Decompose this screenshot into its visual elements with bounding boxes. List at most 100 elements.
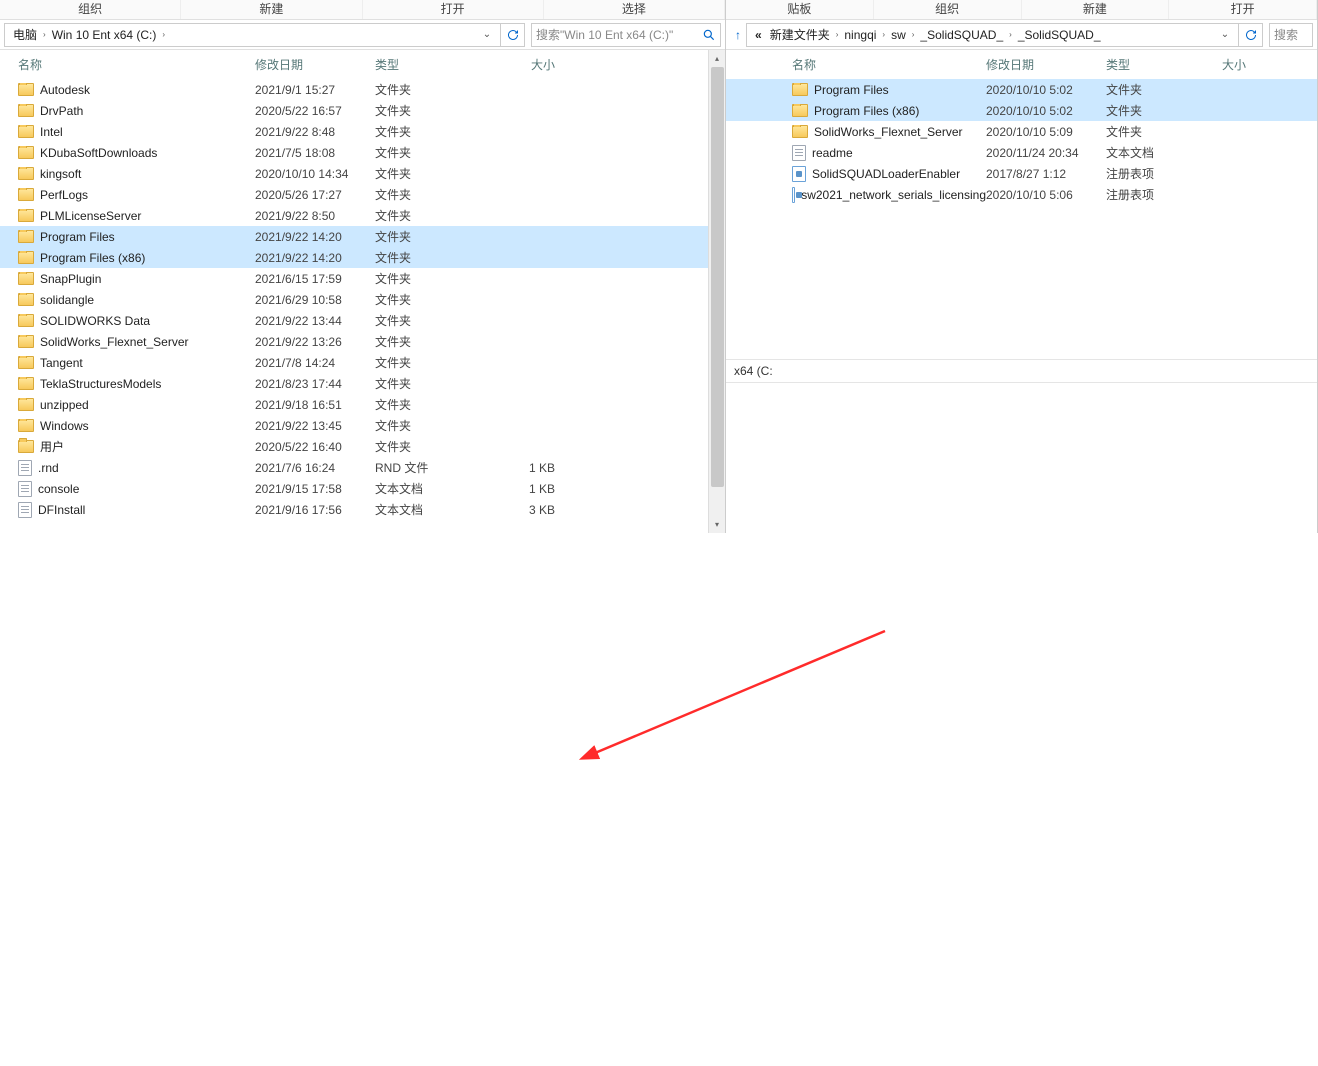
file-type: 文件夹 [375, 291, 495, 308]
file-type: 文件夹 [375, 438, 495, 455]
breadcrumb-segment[interactable]: 电脑 [9, 26, 41, 43]
ribbon-item[interactable]: 组织 [0, 0, 181, 19]
column-header-type[interactable]: 类型 [375, 56, 495, 73]
folder-icon [18, 335, 34, 348]
file-date: 2021/9/22 8:50 [255, 209, 375, 223]
file-type: 文件夹 [375, 228, 495, 245]
ribbon-item[interactable]: 选择 [544, 0, 725, 19]
file-row[interactable]: readme2020/11/24 20:34文本文档 [726, 142, 1317, 163]
breadcrumb-segment[interactable]: sw [887, 28, 910, 42]
file-row[interactable]: PLMLicenseServer2021/9/22 8:50文件夹 [0, 205, 708, 226]
breadcrumb-segment[interactable]: ningqi [840, 28, 880, 42]
breadcrumb-segment[interactable]: Win 10 Ent x64 (C:) [48, 28, 161, 42]
file-date: 2021/9/22 13:44 [255, 314, 375, 328]
column-header-date[interactable]: 修改日期 [986, 56, 1106, 73]
file-type: 文件夹 [375, 354, 495, 371]
breadcrumb-segment[interactable]: _SolidSQUAD_ [1014, 28, 1105, 42]
file-row[interactable]: .rnd2021/7/6 16:24RND 文件1 KB [0, 457, 708, 478]
file-row[interactable]: Windows2021/9/22 13:45文件夹 [0, 415, 708, 436]
column-header-size[interactable]: 大小 [495, 56, 575, 73]
file-row[interactable]: TeklaStructuresModels2021/8/23 17:44文件夹 [0, 373, 708, 394]
scrollbar-vertical[interactable]: ▴ ▾ [708, 50, 725, 533]
file-row[interactable]: DrvPath2020/5/22 16:57文件夹 [0, 100, 708, 121]
file-row[interactable]: PerfLogs2020/5/26 17:27文件夹 [0, 184, 708, 205]
file-name: console [38, 482, 79, 496]
file-type: 文件夹 [375, 249, 495, 266]
breadcrumb-dropdown-button[interactable]: ⌄ [1216, 29, 1234, 40]
breadcrumb-left[interactable]: 电脑 › Win 10 Ent x64 (C:) › ⌄ [4, 23, 501, 47]
file-name: KDubaSoftDownloads [40, 146, 157, 160]
ribbon-item[interactable]: 打开 [363, 0, 544, 19]
search-icon [702, 28, 716, 42]
file-name: unzipped [40, 398, 89, 412]
breadcrumb-segment[interactable]: _SolidSQUAD_ [916, 28, 1007, 42]
file-name: kingsoft [40, 167, 81, 181]
file-name: SolidSQUADLoaderEnabler [812, 167, 960, 181]
column-header-name[interactable]: 名称 [0, 56, 255, 73]
file-row[interactable]: SOLIDWORKS Data2021/9/22 13:44文件夹 [0, 310, 708, 331]
file-row[interactable]: solidangle2021/6/29 10:58文件夹 [0, 289, 708, 310]
file-name: Windows [40, 419, 89, 433]
breadcrumb-segment[interactable]: 新建文件夹 [766, 26, 834, 43]
file-row[interactable]: Autodesk2021/9/1 15:27文件夹 [0, 79, 708, 100]
file-list-right: 名称 修改日期 类型 大小 Program Files2020/10/10 5:… [726, 50, 1317, 205]
file-type: 文件夹 [375, 417, 495, 434]
file-date: 2021/9/22 8:48 [255, 125, 375, 139]
column-headers: 名称 修改日期 类型 大小 [0, 50, 708, 79]
column-header-type[interactable]: 类型 [1106, 56, 1206, 73]
file-name: Tangent [40, 356, 83, 370]
file-row[interactable]: Intel2021/9/22 8:48文件夹 [0, 121, 708, 142]
file-size: 3 KB [495, 503, 575, 517]
file-row[interactable]: sw2021_network_serials_licensing2020/10/… [726, 184, 1317, 205]
search-box-left[interactable]: 搜索"Win 10 Ent x64 (C:)" [531, 23, 721, 47]
folder-icon [18, 272, 34, 285]
registry-icon [792, 187, 795, 203]
file-date: 2020/5/22 16:57 [255, 104, 375, 118]
ribbon-item[interactable]: 贴板 [726, 0, 874, 19]
breadcrumb-dropdown-button[interactable]: ⌄ [478, 29, 496, 40]
file-row[interactable]: Program Files (x86)2020/10/10 5:02文件夹 [726, 100, 1317, 121]
file-row[interactable]: kingsoft2020/10/10 14:34文件夹 [0, 163, 708, 184]
file-row[interactable]: Program Files2020/10/10 5:02文件夹 [726, 79, 1317, 100]
chevron-right-icon: › [1007, 30, 1014, 39]
file-type: 文件夹 [375, 81, 495, 98]
file-row[interactable]: Program Files (x86)2021/9/22 14:20文件夹 [0, 247, 708, 268]
column-header-date[interactable]: 修改日期 [255, 56, 375, 73]
file-date: 2020/10/10 5:06 [986, 188, 1106, 202]
file-row[interactable]: KDubaSoftDownloads2021/7/5 18:08文件夹 [0, 142, 708, 163]
file-row[interactable]: Program Files2021/9/22 14:20文件夹 [0, 226, 708, 247]
scroll-thumb[interactable] [711, 67, 724, 487]
file-row[interactable]: SolidWorks_Flexnet_Server2020/10/10 5:09… [726, 121, 1317, 142]
file-row[interactable]: DFInstall2021/9/16 17:56文本文档3 KB [0, 499, 708, 520]
nav-up-icon[interactable]: ↑ [730, 28, 746, 42]
file-name: Program Files (x86) [814, 104, 919, 118]
file-row[interactable]: Tangent2021/7/8 14:24文件夹 [0, 352, 708, 373]
column-header-name[interactable]: 名称 [726, 56, 986, 73]
ribbon-item[interactable]: 新建 [1022, 0, 1170, 19]
chevron-right-icon: › [41, 30, 48, 39]
refresh-button[interactable] [501, 23, 525, 47]
secondary-window-label: x64 (C: [726, 359, 1317, 383]
folder-icon [18, 377, 34, 390]
file-row[interactable]: SolidWorks_Flexnet_Server2021/9/22 13:26… [0, 331, 708, 352]
ribbon-item[interactable]: 组织 [874, 0, 1022, 19]
scroll-down-button[interactable]: ▾ [709, 516, 725, 533]
file-size: 1 KB [495, 461, 575, 475]
file-row[interactable]: SolidSQUADLoaderEnabler2017/8/27 1:12注册表… [726, 163, 1317, 184]
ribbon-item[interactable]: 新建 [181, 0, 362, 19]
column-header-size[interactable]: 大小 [1206, 56, 1266, 73]
file-date: 2021/9/16 17:56 [255, 503, 375, 517]
ribbon-item[interactable]: 打开 [1169, 0, 1317, 19]
breadcrumb-right[interactable]: « 新建文件夹 › ningqi › sw › _SolidSQUAD_ › _… [746, 23, 1239, 47]
refresh-button[interactable] [1239, 23, 1263, 47]
file-row[interactable]: 用户2020/5/22 16:40文件夹 [0, 436, 708, 457]
file-row[interactable]: console2021/9/15 17:58文本文档1 KB [0, 478, 708, 499]
ribbon-left: 组织 新建 打开 选择 [0, 0, 725, 20]
breadcrumb-overflow-icon[interactable]: « [751, 28, 766, 42]
file-row[interactable]: unzipped2021/9/18 16:51文件夹 [0, 394, 708, 415]
file-date: 2020/10/10 5:02 [986, 104, 1106, 118]
search-box-right[interactable]: 搜索 [1269, 23, 1313, 47]
file-row[interactable]: SnapPlugin2021/6/15 17:59文件夹 [0, 268, 708, 289]
scroll-up-button[interactable]: ▴ [709, 50, 725, 67]
file-name: solidangle [40, 293, 94, 307]
